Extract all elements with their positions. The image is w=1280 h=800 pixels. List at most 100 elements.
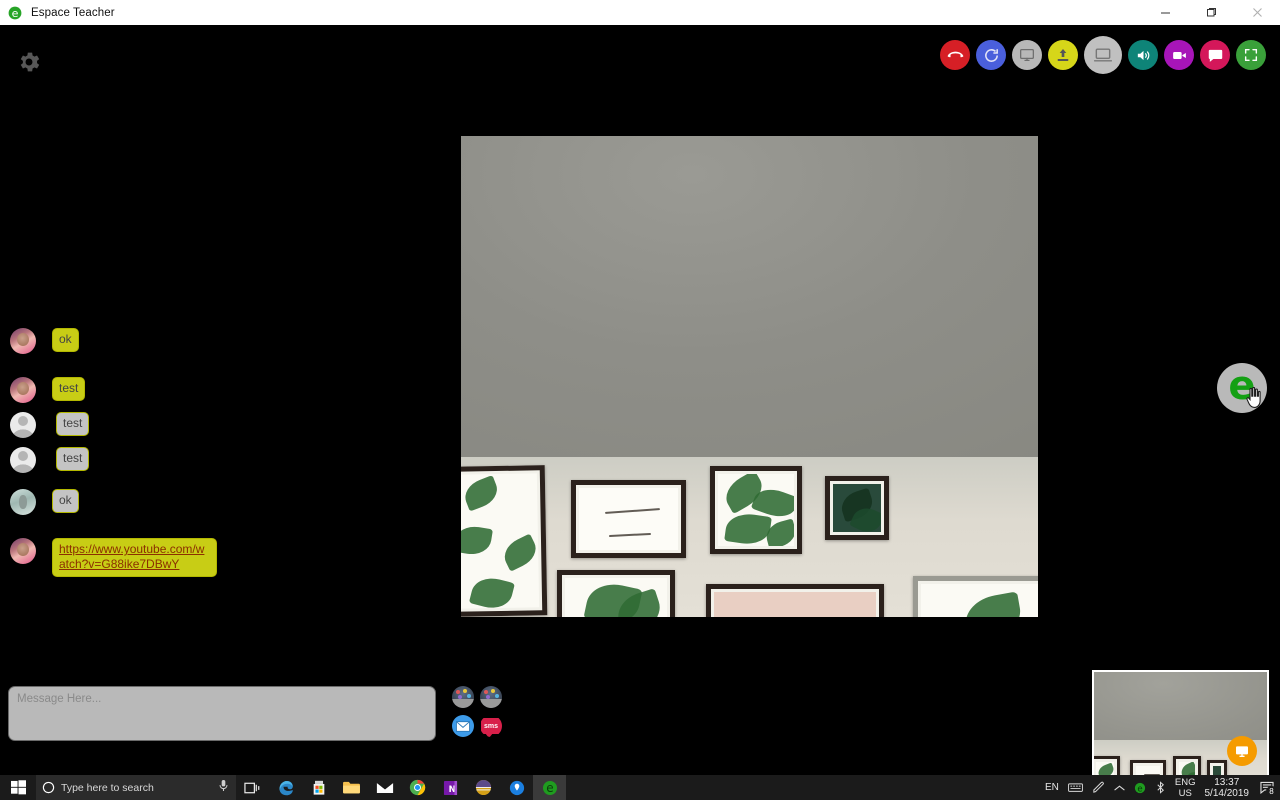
chat-message: test [10, 412, 310, 438]
chat-bubble[interactable]: https://www.youtube.com/watch?v=G88ike7D… [52, 538, 217, 577]
mail-icon[interactable] [368, 775, 401, 800]
chat-bubble[interactable]: ok [52, 489, 79, 513]
svg-text:e: e [546, 781, 553, 795]
call-toolbar [940, 36, 1266, 74]
store-icon[interactable] [302, 775, 335, 800]
microphone-icon[interactable] [218, 779, 229, 797]
fullscreen-button[interactable] [1236, 40, 1266, 70]
sms-bubble-icon[interactable]: sms [480, 715, 502, 737]
svg-text:e: e [1137, 784, 1142, 794]
self-video-thumbnail[interactable] [1092, 670, 1269, 775]
avatar [10, 538, 36, 564]
chat-bubble-wrap: ok [52, 489, 79, 513]
wall-frame [1173, 756, 1201, 775]
message-input[interactable] [8, 686, 436, 741]
tray-language[interactable]: ENG US [1175, 777, 1196, 799]
tray-lang-line2: US [1178, 787, 1192, 799]
chat-message: ok [10, 489, 310, 515]
svg-text:e: e [12, 7, 19, 20]
espace-logo-button[interactable]: e [1217, 363, 1267, 413]
thumbnail-screen-share-button[interactable] [1227, 736, 1257, 766]
envelope-glyph [456, 720, 470, 732]
chat-link[interactable]: https://www.youtube.com/watch?v=G88ike7D… [59, 542, 204, 571]
tray-lang-line1: ENG [1174, 776, 1196, 788]
maximize-button[interactable] [1188, 0, 1234, 25]
close-button[interactable] [1234, 0, 1280, 25]
windows-taskbar: Type here to search N e EN e ENG US 13:3… [0, 775, 1280, 800]
speaker-icon [1137, 50, 1149, 60]
refresh-icon [984, 48, 998, 62]
wall-frame [1094, 756, 1120, 775]
gallery-icon[interactable] [480, 686, 502, 708]
wall-frame [825, 476, 889, 540]
espace-button[interactable]: e [533, 775, 566, 800]
clock-date: 5/14/2019 [1204, 787, 1250, 799]
chrome-icon[interactable] [401, 775, 434, 800]
search-input[interactable]: Type here to search [36, 775, 236, 800]
gear-icon[interactable] [16, 49, 42, 75]
composer-actions-row-1 [452, 686, 508, 708]
chat-bubble[interactable]: test [56, 447, 90, 471]
espace-logo-icon[interactable]: e [1134, 782, 1146, 794]
phone-hangup-icon [947, 51, 963, 57]
avatar [10, 328, 36, 354]
hang-up-button[interactable] [940, 40, 970, 70]
chat-bubble-wrap: test [56, 412, 90, 436]
wall-frame [706, 584, 884, 617]
refresh-button[interactable] [976, 40, 1006, 70]
window-titlebar: e Espace Teacher [0, 0, 1280, 25]
main-video-feed[interactable] [461, 136, 1038, 617]
maps-pin-icon[interactable] [500, 775, 533, 800]
chat-bubble[interactable]: ok [52, 328, 79, 352]
avatar [10, 489, 36, 515]
system-tray: EN e ENG US 13:37 5/14/2019 8 [1045, 775, 1280, 800]
pen-icon[interactable] [1092, 781, 1105, 794]
message-composer [8, 686, 436, 746]
keyboard-icon[interactable] [1068, 782, 1083, 793]
envelope-icon[interactable] [452, 715, 474, 737]
tray-lang-short[interactable]: EN [1045, 782, 1059, 793]
sms-label: sms [480, 718, 502, 737]
taskbar-apps: N e [236, 775, 566, 800]
taskbar-clock[interactable]: 13:37 5/14/2019 [1205, 777, 1250, 799]
avatar [10, 447, 36, 473]
folder-icon[interactable] [335, 775, 368, 800]
camera-button[interactable] [1164, 40, 1194, 70]
wall-frame [557, 570, 675, 617]
search-placeholder: Type here to search [61, 781, 154, 794]
action-center-icon[interactable]: 8 [1260, 781, 1277, 797]
chat-message: test [10, 447, 310, 473]
task-view-icon[interactable] [236, 775, 269, 800]
chat-bubble-icon [1208, 49, 1222, 62]
edge-icon[interactable] [269, 775, 302, 800]
wall-frame [710, 466, 802, 554]
minimize-button[interactable] [1142, 0, 1188, 25]
chat-message: ok [10, 328, 310, 354]
windows-start-icon[interactable] [0, 775, 36, 800]
composer-actions: sms [452, 686, 508, 744]
cortana-circle-icon [42, 781, 55, 794]
chevron-up-icon[interactable] [1114, 784, 1125, 792]
present-button[interactable] [1084, 36, 1122, 74]
onenote-icon[interactable]: N [434, 775, 467, 800]
upload-arrow-icon [1057, 49, 1069, 61]
chat-bubble-wrap: test [56, 447, 90, 471]
wall-frame [571, 480, 686, 558]
wall-frame [913, 576, 1038, 617]
share-screen-button[interactable] [1012, 40, 1042, 70]
chat-bubble[interactable]: test [52, 377, 86, 401]
gallery-icon[interactable] [452, 686, 474, 708]
upload-button[interactable] [1048, 40, 1078, 70]
wall-frame [1207, 760, 1227, 775]
notification-count: 8 [1266, 786, 1277, 797]
chat-button[interactable] [1200, 40, 1230, 70]
chat-bubble[interactable]: test [56, 412, 90, 436]
chat-message: https://www.youtube.com/watch?v=G88ike7D… [10, 538, 310, 577]
speaker-button[interactable] [1128, 40, 1158, 70]
monitor-icon [1020, 49, 1034, 61]
monitor-icon [1236, 746, 1248, 757]
chat-bubble-wrap: ok [52, 328, 79, 352]
app-body: e ok test test test ok https://www.youtu… [0, 25, 1280, 775]
bluetooth-icon[interactable] [1155, 781, 1166, 794]
circle-app-icon[interactable] [467, 775, 500, 800]
